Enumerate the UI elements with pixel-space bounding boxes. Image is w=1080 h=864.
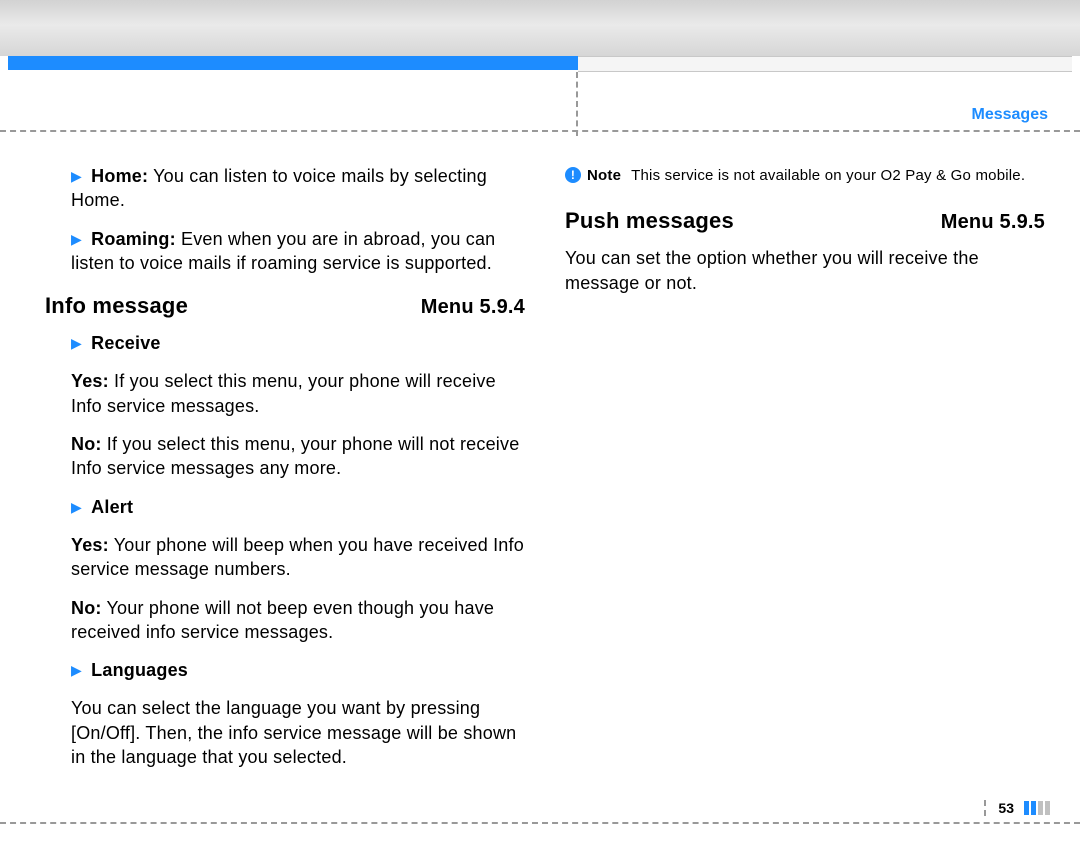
alert-yes-label: Yes: — [71, 535, 109, 555]
alert-subheading: ▶ Alert — [45, 495, 525, 519]
right-column: ! Note This service is not available on … — [565, 164, 1045, 783]
triangle-icon: ▶ — [71, 498, 82, 517]
note-label: Note — [587, 166, 621, 186]
bullet-roaming-label: Roaming: — [91, 229, 176, 249]
triangle-icon: ▶ — [71, 661, 82, 680]
push-messages-heading: Push messages — [565, 206, 734, 236]
alert-label: Alert — [91, 497, 133, 517]
languages-paragraph: You can select the language you want by … — [45, 696, 525, 769]
bullet-home: ▶ Home: You can listen to voice mails by… — [45, 164, 525, 213]
triangle-icon: ▶ — [71, 167, 82, 186]
bullet-roaming: ▶ Roaming: Even when you are in abroad, … — [45, 227, 525, 276]
alert-no-label: No: — [71, 598, 102, 618]
page: Messages ▶ Home: You can listen to voice… — [0, 0, 1080, 864]
section-label: Messages — [972, 106, 1049, 124]
bullet-home-label: Home: — [91, 166, 148, 186]
languages-subheading: ▶ Languages — [45, 658, 525, 682]
triangle-icon: ▶ — [71, 230, 82, 249]
push-messages-menu-ref: Menu 5.9.5 — [941, 209, 1045, 236]
footer-divider-icon — [984, 800, 986, 816]
page-footer: 53 — [984, 800, 1050, 816]
top-gradient-banner — [0, 0, 1080, 56]
signal-bars-icon — [1024, 801, 1050, 815]
content-columns: ▶ Home: You can listen to voice mails by… — [45, 164, 1045, 783]
note-row: ! Note This service is not available on … — [565, 166, 1045, 186]
triangle-icon: ▶ — [71, 334, 82, 353]
info-message-heading-row: Info message Menu 5.9.4 — [45, 291, 525, 321]
receive-yes-label: Yes: — [71, 371, 109, 391]
note-text: This service is not available on your O2… — [631, 166, 1045, 186]
info-icon: ! — [565, 167, 581, 183]
alert-yes-paragraph: Yes: Your phone will beep when you have … — [45, 533, 525, 582]
alert-no-paragraph: No: Your phone will not beep even though… — [45, 596, 525, 645]
left-column: ▶ Home: You can listen to voice mails by… — [45, 164, 525, 783]
header-bar-blue — [8, 56, 578, 70]
receive-subheading: ▶ Receive — [45, 331, 525, 355]
info-message-menu-ref: Menu 5.9.4 — [421, 294, 525, 321]
header-bar-grey — [578, 56, 1072, 72]
page-number: 53 — [998, 800, 1014, 816]
receive-no-label: No: — [71, 434, 102, 454]
receive-yes-paragraph: Yes: If you select this menu, your phone… — [45, 369, 525, 418]
alert-yes-text: Your phone will beep when you have recei… — [71, 535, 524, 579]
info-message-heading: Info message — [45, 291, 188, 321]
header-vertical-divider — [576, 72, 578, 136]
languages-label: Languages — [91, 660, 188, 680]
header-bar — [8, 56, 1072, 70]
receive-label: Receive — [91, 333, 160, 353]
horizontal-divider-bottom — [0, 822, 1080, 824]
receive-no-text: If you select this menu, your phone will… — [71, 434, 519, 478]
receive-yes-text: If you select this menu, your phone will… — [71, 371, 496, 415]
receive-no-paragraph: No: If you select this menu, your phone … — [45, 432, 525, 481]
push-messages-paragraph: You can set the option whether you will … — [565, 246, 1045, 295]
alert-no-text: Your phone will not beep even though you… — [71, 598, 494, 642]
horizontal-divider-top — [0, 130, 1080, 132]
push-messages-heading-row: Push messages Menu 5.9.5 — [565, 206, 1045, 236]
